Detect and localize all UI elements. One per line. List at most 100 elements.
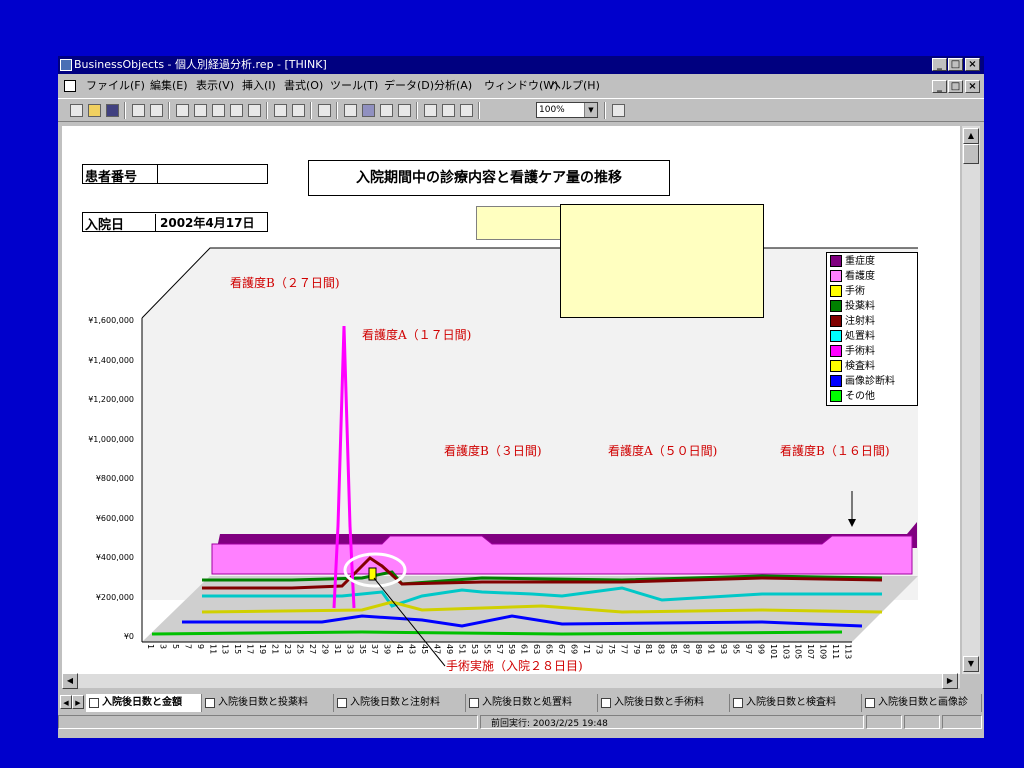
print-icon[interactable] [132,104,145,117]
y-tick-label: ¥1,600,000 [88,316,134,325]
legend-swatch [830,255,842,267]
x-tick-label: 113 [843,644,853,660]
sheet-tab[interactable]: 入院後日数と処置料 [466,694,598,712]
structure-icon[interactable] [460,104,473,117]
x-tick-label: 103 [781,644,791,660]
app-window: BusinessObjects - 個人別経過分析.rep - [THINK] … [58,56,984,738]
sheet-tab[interactable]: 入院後日数と画像診 [862,694,982,712]
zoom-select[interactable]: 100% ▼ [536,102,598,118]
menu-help[interactable]: ヘルプ(H) [550,76,600,96]
close-button[interactable]: × [965,58,980,71]
x-tick-label: 59 [507,644,517,655]
document-icon[interactable] [64,80,76,92]
doc-restore-button[interactable]: □ [948,80,963,93]
paste-icon[interactable] [212,104,225,117]
delete-icon[interactable] [230,104,243,117]
x-tick-label: 47 [432,644,442,655]
tab-scroll-left-icon[interactable]: ◀ [60,695,72,709]
vertical-scrollbar[interactable]: ▲ ▼ [962,126,980,674]
cut-icon[interactable] [176,104,189,117]
sheet-tab[interactable]: 入院後日数と金額 [86,694,202,712]
sheet-icon [205,698,215,708]
status-cell-c [942,715,982,729]
app-icon [60,59,72,71]
zoom-icon[interactable] [442,104,455,117]
legend-swatch [830,285,842,297]
legend-swatch [830,360,842,372]
x-tick-label: 37 [370,644,380,655]
x-tick-label: 25 [295,644,305,655]
x-tick-label: 13 [220,644,230,655]
annotation-nursing-a-17: 看護度A（１７日間) [362,328,472,342]
sheet-tab[interactable]: 入院後日数と手術料 [598,694,730,712]
scroll-left-icon[interactable]: ◀ [62,673,78,689]
horizontal-scrollbar[interactable]: ◀ ▶ [62,673,960,689]
legend-label: 看護度 [845,271,875,282]
maximize-button[interactable]: □ [948,58,963,71]
legend-item: その他 [830,390,875,404]
y-tick-label: ¥0 [123,632,134,641]
legend-label: 処置料 [845,331,875,342]
sheet-tab-label: 入院後日数と処置料 [482,697,572,708]
menu-tools[interactable]: ツール(T) [330,76,378,96]
menu-edit[interactable]: 編集(E) [150,76,188,96]
help-pointer-icon[interactable] [612,104,625,117]
toolbar-separator [310,102,312,119]
minimize-button[interactable]: _ [932,58,947,71]
x-tick-label: 77 [619,644,629,655]
scroll-right-icon[interactable]: ▶ [942,673,958,689]
x-tick-label: 45 [420,644,430,655]
clear-icon[interactable] [248,104,261,117]
undo-icon[interactable] [274,104,287,117]
menu-window[interactable]: ウィンドウ(W) [484,76,558,96]
menu-analysis[interactable]: 分析(A) [434,76,472,96]
print-preview-icon[interactable] [150,104,163,117]
x-tick-label: 11 [208,644,218,655]
scroll-up-icon[interactable]: ▲ [963,128,979,144]
sheet-tab[interactable]: 入院後日数と検査料 [730,694,862,712]
status-cell-a [866,715,902,729]
open-icon[interactable] [88,104,101,117]
toolbar-separator [168,102,170,119]
crosstab-icon[interactable] [362,104,375,117]
new-icon[interactable] [70,104,83,117]
menu-format[interactable]: 書式(O) [284,76,323,96]
menu-insert[interactable]: 挿入(I) [242,76,276,96]
scroll-down-icon[interactable]: ▼ [963,656,979,672]
toolbar-separator [124,102,126,119]
sheet-tab[interactable]: 入院後日数と投薬料 [202,694,334,712]
legend-swatch [830,270,842,282]
redo-icon[interactable] [292,104,305,117]
y-tick-label: ¥200,000 [95,592,134,602]
grid-icon[interactable] [398,104,411,117]
tab-scroll-right-icon[interactable]: ▶ [72,695,84,709]
form-icon[interactable] [380,104,393,117]
sheet-tab[interactable]: 入院後日数と注射料 [334,694,466,712]
legend-item: 重症度 [830,255,875,269]
scroll-thumb[interactable] [963,144,979,164]
menu-file[interactable]: ファイル(F) [86,76,145,96]
legend-item: 処置料 [830,330,875,344]
table-icon[interactable] [344,104,357,117]
annotation-nursing-b-27: 看護度B（２７日間) [230,276,340,290]
toolbar: 100% ▼ [58,98,984,122]
legend-item: 注射料 [830,315,875,329]
menu-view[interactable]: 表示(V) [196,76,234,96]
x-tick-label: 43 [407,644,417,655]
legend-swatch [830,375,842,387]
insert-column-icon[interactable] [424,104,437,117]
save-icon[interactable] [106,104,119,117]
legend-label: 投薬料 [845,301,875,312]
doc-minimize-button[interactable]: _ [932,80,947,93]
doc-close-button[interactable]: × [965,80,980,93]
x-tick-label: 87 [681,644,691,655]
copy-icon[interactable] [194,104,207,117]
toolbar-separator [604,102,606,119]
format-painter-icon[interactable] [318,104,331,117]
legend-item: 手術料 [830,345,875,359]
x-tick-label: 33 [345,644,355,655]
menu-data[interactable]: データ(D) [384,76,434,96]
chevron-down-icon[interactable]: ▼ [584,103,597,117]
x-tick-label: 55 [482,644,492,655]
report-canvas: 患者番号 入院期間中の診療内容と看護ケア量の推移 入院日 2002年4月17日 [62,126,960,674]
